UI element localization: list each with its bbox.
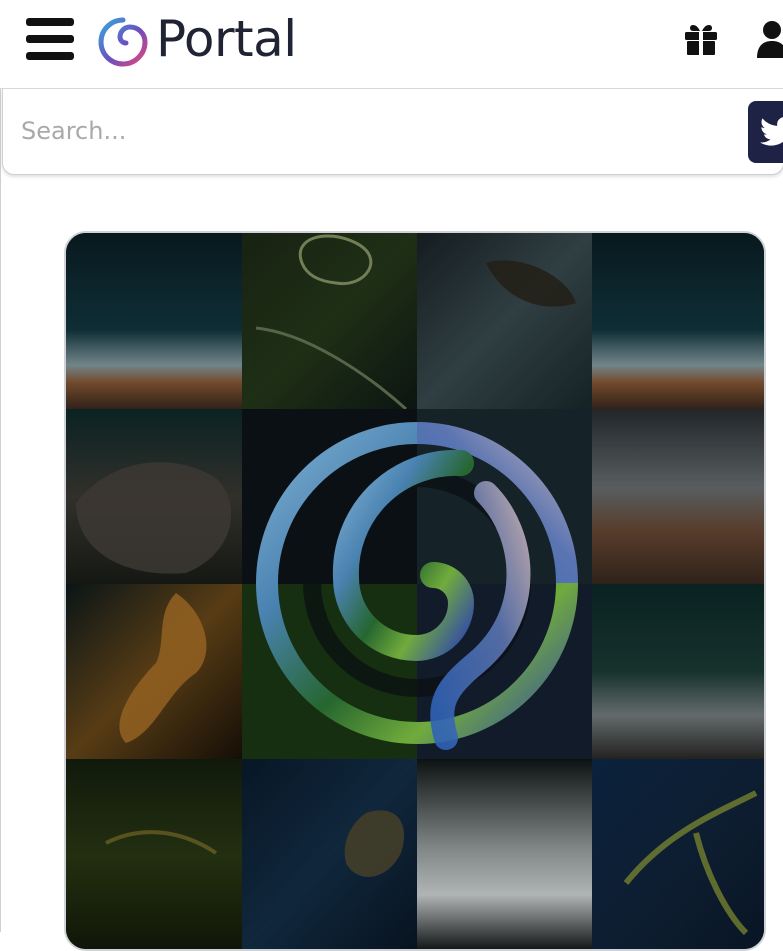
brand-name[interactable]: Portal (156, 10, 297, 68)
user-icon[interactable] (755, 20, 783, 58)
search-bar (2, 89, 783, 175)
top-navigation-bar: Portal (0, 0, 783, 89)
main-content (0, 89, 783, 951)
gift-icon[interactable] (683, 21, 719, 57)
search-input[interactable] (21, 109, 721, 153)
twitter-button[interactable] (748, 101, 783, 163)
aerial-tile-mosaic (66, 233, 764, 949)
hamburger-menu-icon[interactable] (26, 18, 74, 60)
twitter-bird-icon (760, 117, 783, 146)
featured-artwork-card[interactable] (64, 231, 766, 951)
portal-logo-icon[interactable] (97, 16, 149, 68)
